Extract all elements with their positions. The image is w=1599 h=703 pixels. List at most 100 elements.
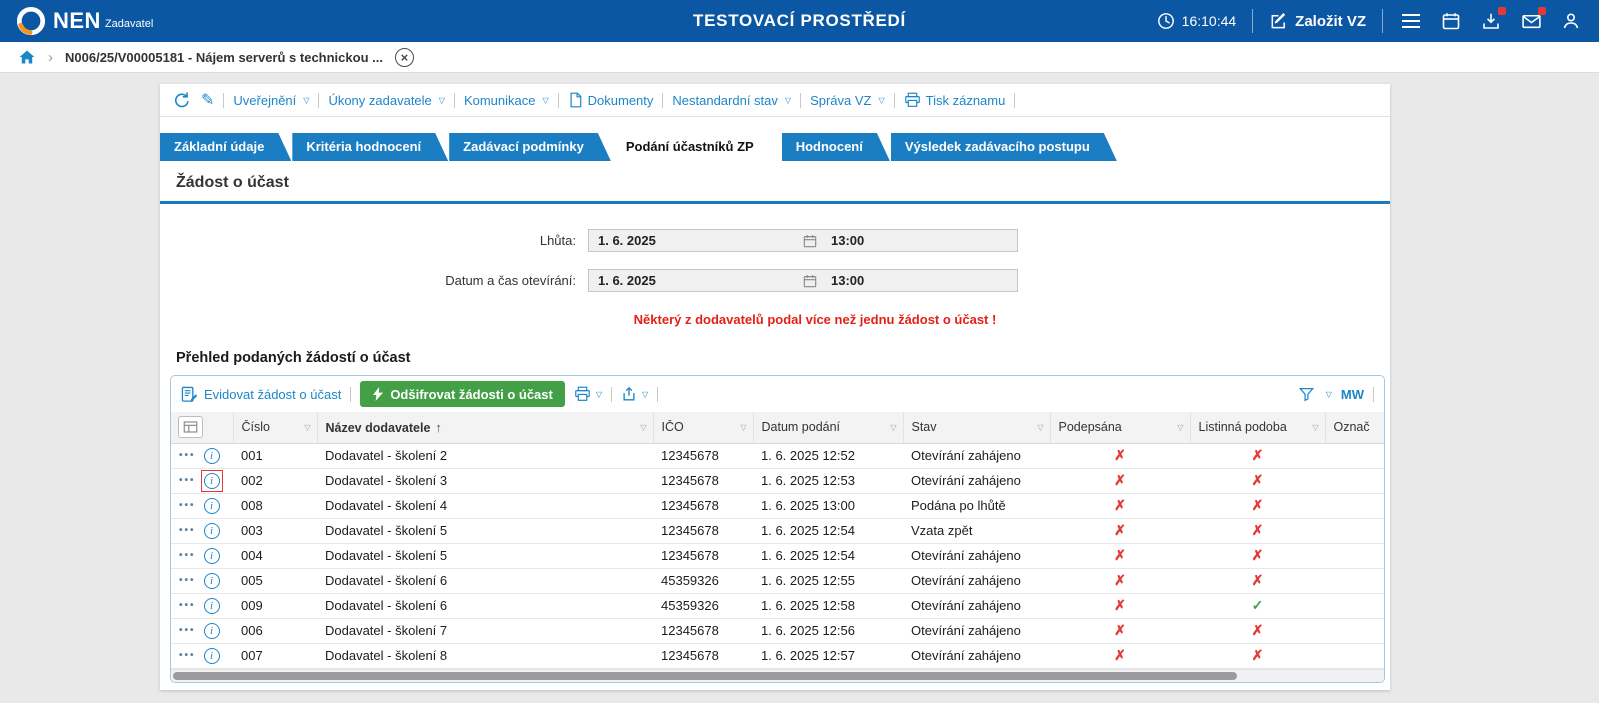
deadline-form: Lhůta: 1. 6. 2025 13:00 Datum a čas otev… xyxy=(160,229,1390,292)
filter-caret-icon[interactable]: ▽ xyxy=(1037,423,1043,432)
row-info-icon[interactable]: i xyxy=(203,597,220,614)
row-info-icon[interactable]: i xyxy=(203,572,220,589)
horizontal-scrollbar[interactable] xyxy=(171,668,1384,682)
environment-title: TESTOVACÍ PROSTŘEDÍ xyxy=(693,11,906,30)
table-row[interactable]: ••• i 007 Dodavatel - školení 8 12345678 1. 6… xyxy=(171,643,1384,669)
filter-caret-icon[interactable]: ▽ xyxy=(1177,423,1183,432)
tab-kriteria-hodnoceni[interactable]: Kritéria hodnocení xyxy=(292,133,448,161)
row-menu-icon[interactable]: ••• xyxy=(179,500,196,511)
calendar-icon[interactable] xyxy=(799,234,821,248)
row-info-icon[interactable]: i xyxy=(203,647,220,664)
edit-icon[interactable]: ✎ xyxy=(201,90,214,110)
register-request-button[interactable]: Evidovat žádost o účast xyxy=(181,386,341,403)
row-menu-icon[interactable]: ••• xyxy=(179,450,196,461)
menu-sprava-vz[interactable]: Správa VZ ▽ xyxy=(810,93,885,108)
col-datum-podani[interactable]: Datum podání ▽ xyxy=(753,412,904,444)
filter-caret-icon[interactable]: ▽ xyxy=(890,423,896,432)
row-info-icon[interactable]: i xyxy=(203,622,220,639)
row-info-icon[interactable]: i xyxy=(200,469,223,492)
row-menu-icon[interactable]: ••• xyxy=(179,600,196,611)
table-row[interactable]: ••• i 005 Dodavatel - školení 6 45359326 1. 6… xyxy=(171,568,1384,594)
decrypt-requests-button[interactable]: Odšifrovat žádosti o účast xyxy=(360,381,565,407)
row-menu-icon[interactable]: ••• xyxy=(179,575,196,586)
col-oznac[interactable]: Označ xyxy=(1325,412,1384,444)
document-icon xyxy=(568,92,583,108)
messages-icon[interactable] xyxy=(1519,7,1546,33)
menu-icon[interactable] xyxy=(1399,9,1423,33)
table-row[interactable]: ••• i 009 Dodavatel - školení 6 45359326 1. 6… xyxy=(171,593,1384,619)
cell-cislo: 001 xyxy=(233,443,317,469)
menu-nestandardni-stav[interactable]: Nestandardní stav ▽ xyxy=(672,93,791,108)
col-stav[interactable]: Stav ▽ xyxy=(903,412,1051,444)
cell-podepsana-x-icon: ✗ xyxy=(1050,643,1190,669)
table-row[interactable]: ••• i 004 Dodavatel - školení 5 12345678 1. 6… xyxy=(171,543,1384,569)
cell-listinna-podoba-x-icon: ✗ xyxy=(1190,543,1325,569)
col-nazev-dodavatele[interactable]: Název dodavatele ↑ ▽ xyxy=(317,412,654,444)
table-row[interactable]: ••• i 006 Dodavatel - školení 7 12345678 1. 6… xyxy=(171,618,1384,644)
chevron-down-icon[interactable]: ▽ xyxy=(1326,390,1332,399)
chevron-down-icon: ▽ xyxy=(784,95,792,105)
home-icon[interactable] xyxy=(18,48,36,66)
col-ico[interactable]: IČO ▽ xyxy=(653,412,754,444)
row-menu-icon[interactable]: ••• xyxy=(179,650,196,661)
menu-ukony-zadavatele[interactable]: Úkony zadavatele ▽ xyxy=(328,93,445,108)
table-row[interactable]: ••• i 001 Dodavatel - školení 2 12345678 1. 6… xyxy=(171,443,1384,469)
export-grid-button[interactable]: ▽ xyxy=(621,386,648,402)
lhuta-date-value[interactable]: 1. 6. 2025 xyxy=(589,233,799,248)
table-row[interactable]: ••• i 008 Dodavatel - školení 4 12345678 1. 6… xyxy=(171,493,1384,519)
tab-podani-ucastniku-zp[interactable]: Podání účastníků ZP xyxy=(612,133,781,161)
lhuta-datetime-field[interactable]: 1. 6. 2025 13:00 xyxy=(588,229,1018,252)
row-menu-icon[interactable]: ••• xyxy=(179,525,196,536)
row-info-icon[interactable]: i xyxy=(203,447,220,464)
oteviranim-time-value[interactable]: 13:00 xyxy=(821,273,1017,288)
filter-caret-icon[interactable]: ▽ xyxy=(1312,423,1318,432)
nen-logo[interactable]: NEN Zadavatel xyxy=(16,6,153,36)
brand-subtitle: Zadavatel xyxy=(104,18,154,31)
menu-uverejneni[interactable]: Uveřejnění ▽ xyxy=(233,93,309,108)
menu-dokumenty[interactable]: Dokumenty xyxy=(568,92,653,108)
row-info-icon[interactable]: i xyxy=(203,497,220,514)
row-info-icon[interactable]: i xyxy=(203,522,220,539)
lhuta-time-value[interactable]: 13:00 xyxy=(821,233,1017,248)
server-time-value: 16:10:44 xyxy=(1181,13,1237,29)
tab-vysledek-zadavaciho-postupu[interactable]: Výsledek zadávacího postupu xyxy=(891,133,1117,161)
col-cislo[interactable]: Číslo ▽ xyxy=(233,412,318,444)
row-menu-icon[interactable]: ••• xyxy=(179,475,196,486)
menu-tisk-zaznamu[interactable]: Tisk záznamu xyxy=(904,92,1005,108)
row-info-icon[interactable]: i xyxy=(203,547,220,564)
downloads-icon[interactable] xyxy=(1479,7,1506,33)
user-icon[interactable] xyxy=(1559,9,1583,33)
filter-caret-icon[interactable]: ▽ xyxy=(740,423,746,432)
layout-selector[interactable]: MW xyxy=(1341,387,1364,402)
calendar-icon[interactable] xyxy=(1439,9,1463,33)
breadcrumb-item[interactable]: N006/25/V00005181 - Nájem serverů s tech… xyxy=(65,50,383,65)
refresh-icon[interactable] xyxy=(172,90,192,110)
cell-oznac xyxy=(1325,493,1384,519)
create-vz-button[interactable]: Založit VZ xyxy=(1269,12,1366,31)
col-listinna-podoba[interactable]: Listinná podoba ▽ xyxy=(1190,412,1326,444)
server-time: 16:10:44 xyxy=(1157,12,1237,30)
chevron-down-icon: ▽ xyxy=(303,95,310,105)
oteviranim-date-value[interactable]: 1. 6. 2025 xyxy=(589,273,799,288)
calendar-icon[interactable] xyxy=(799,274,821,288)
column-chooser-button[interactable] xyxy=(178,416,203,439)
scrollbar-thumb[interactable] xyxy=(173,671,1237,680)
filter-caret-icon[interactable]: ▽ xyxy=(304,423,310,432)
col-podepsana[interactable]: Podepsána ▽ xyxy=(1050,412,1191,444)
oteviranim-datetime-field[interactable]: 1. 6. 2025 13:00 xyxy=(588,269,1018,292)
tab-hodnoceni[interactable]: Hodnocení xyxy=(782,133,890,161)
filter-caret-icon[interactable]: ▽ xyxy=(640,423,646,432)
menu-komunikace[interactable]: Komunikace ▽ xyxy=(464,93,549,108)
table-row[interactable]: ••• i 003 Dodavatel - školení 5 12345678 1. 6… xyxy=(171,518,1384,544)
row-menu-icon[interactable]: ••• xyxy=(179,550,196,561)
table-row[interactable]: ••• i 002 Dodavatel - školení 3 12345678 1. 6… xyxy=(171,468,1384,494)
tab-zadavaci-podminky[interactable]: Zadávací podmínky xyxy=(449,133,611,161)
cell-podepsana-x-icon: ✗ xyxy=(1050,543,1190,569)
tab-zakladni-udaje[interactable]: Základní údaje xyxy=(160,133,291,161)
filter-icon[interactable] xyxy=(1298,386,1315,402)
close-record-icon[interactable]: × xyxy=(394,47,414,67)
cell-datum-podani: 1. 6. 2025 12:52 xyxy=(753,443,903,469)
row-menu-icon[interactable]: ••• xyxy=(179,625,196,636)
cell-listinna-podoba-x-icon: ✗ xyxy=(1190,493,1325,519)
print-grid-button[interactable]: ▽ xyxy=(574,386,602,402)
